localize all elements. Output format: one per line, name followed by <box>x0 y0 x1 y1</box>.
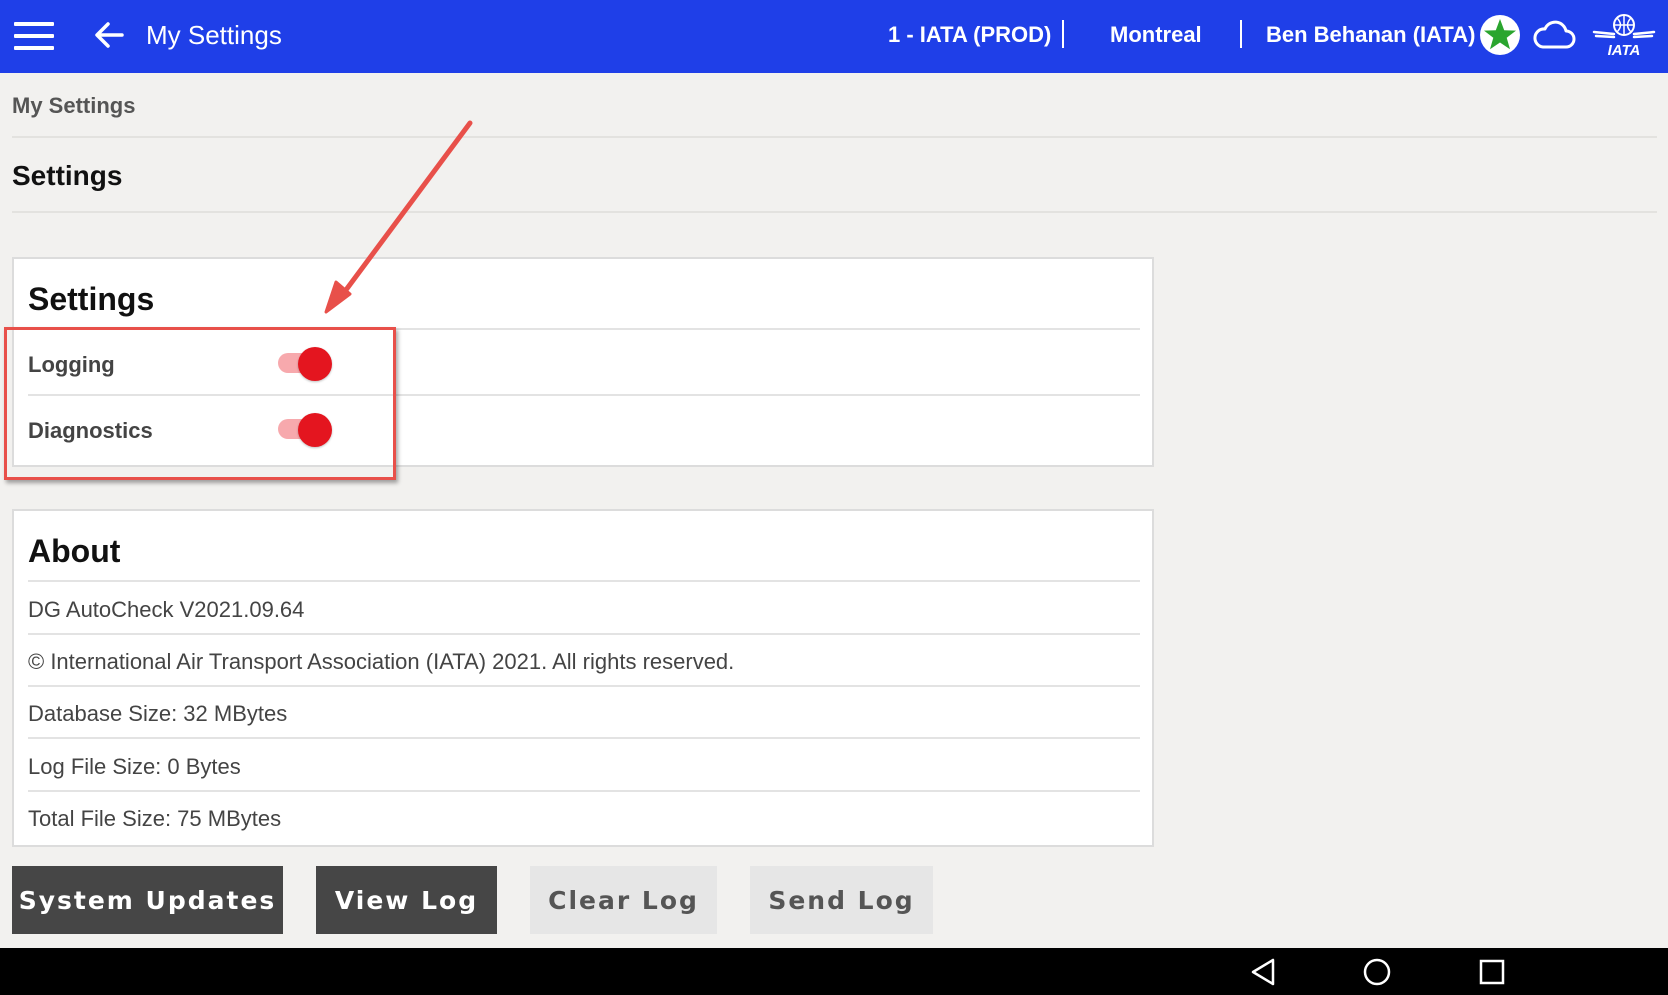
total-file-size: Total File Size: 75 MBytes <box>28 806 282 831</box>
back-arrow-icon[interactable] <box>92 18 126 52</box>
user-label[interactable]: Ben Behanan (IATA) <box>1266 22 1475 48</box>
about-card-title: About <box>28 533 121 569</box>
iata-logo-text: IATA <box>1608 42 1641 58</box>
iata-logo: IATA <box>1592 14 1656 58</box>
copyright-text: © International Air Transport Associatio… <box>28 649 735 674</box>
database-size: Database Size: 32 MBytes <box>28 701 288 726</box>
divider <box>28 580 1140 582</box>
clear-log-button[interactable]: Clear Log <box>530 866 717 934</box>
environment-label[interactable]: 1 - IATA (PROD) <box>888 22 1051 48</box>
view-log-button[interactable]: View Log <box>316 866 497 934</box>
header-divider <box>1240 20 1242 48</box>
send-log-button[interactable]: Send Log <box>750 866 933 934</box>
nav-home-icon[interactable] <box>1357 953 1397 991</box>
breadcrumb: My Settings <box>12 93 136 118</box>
cloud-icon[interactable] <box>1532 18 1576 52</box>
about-card: About DG AutoCheck V2021.09.64 © Interna… <box>12 509 1154 847</box>
header-divider <box>1062 20 1064 48</box>
nav-recents-icon[interactable] <box>1472 953 1512 991</box>
divider <box>28 790 1140 792</box>
settings-card-title: Settings <box>28 281 155 317</box>
divider <box>28 633 1140 635</box>
page-title: Settings <box>12 160 123 191</box>
menu-icon[interactable] <box>14 22 54 52</box>
app-version: DG AutoCheck V2021.09.64 <box>28 597 305 622</box>
annotation-highlight-box <box>4 327 396 480</box>
location-label[interactable]: Montreal <box>1110 22 1202 48</box>
app-header: My Settings 1 - IATA (PROD) Montreal Ben… <box>0 0 1668 73</box>
star-status-icon[interactable] <box>1479 14 1521 56</box>
log-file-size: Log File Size: 0 Bytes <box>28 754 241 779</box>
divider <box>28 685 1140 687</box>
system-nav-bar <box>0 948 1668 995</box>
divider <box>12 136 1657 138</box>
divider <box>28 737 1140 739</box>
divider <box>12 211 1657 213</box>
app-title: My Settings <box>146 20 282 50</box>
nav-back-icon[interactable] <box>1245 953 1285 991</box>
system-updates-button[interactable]: System Updates <box>12 866 283 934</box>
